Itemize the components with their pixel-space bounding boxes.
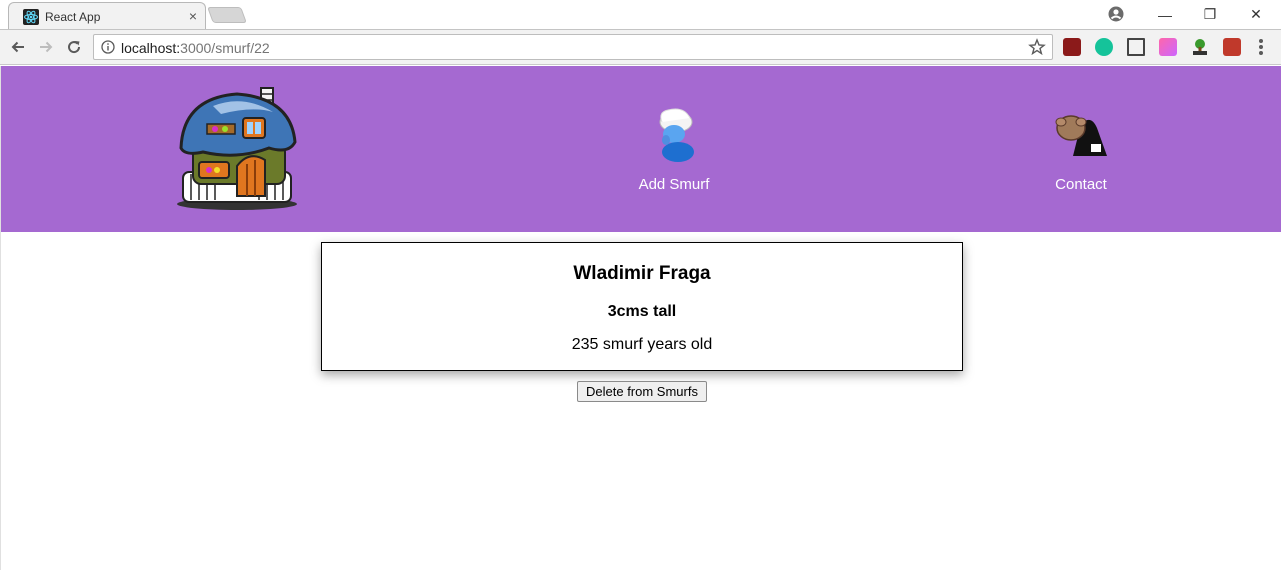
smurf-name: Wladimir Fraga — [573, 263, 711, 284]
close-window-button[interactable]: ✕ — [1234, 0, 1278, 29]
nav-contact[interactable]: Contact — [1021, 104, 1141, 193]
contact-smurf-icon — [1055, 115, 1107, 156]
url-path: 3000/smurf/22 — [180, 40, 270, 56]
smurf-height: 3cms tall — [607, 303, 677, 320]
bookmark-star-icon[interactable] — [1028, 38, 1046, 56]
puzzle-extension-icon[interactable] — [1223, 38, 1241, 56]
delete-smurf-button[interactable]: Delete from Smurfs — [577, 381, 707, 402]
smurf-card: Wladimir Fraga 3cms tall 235 smurf years… — [321, 242, 963, 371]
tab-close-icon[interactable]: × — [185, 8, 201, 24]
app-header: Add Smurf Contact — [1, 66, 1281, 232]
color-extension-icon[interactable] — [1159, 38, 1177, 56]
browser-toolbar: localhost:3000/smurf/22 — [0, 30, 1281, 65]
url-host: localhost: — [121, 40, 181, 56]
html-tree-extension-icon[interactable] — [1191, 38, 1209, 56]
smurf-hat-icon — [659, 108, 694, 162]
mushroom-house-icon[interactable] — [173, 84, 301, 212]
back-arrow-icon — [11, 41, 24, 53]
forward-button[interactable] — [36, 37, 56, 57]
smurf-age: 235 smurf years old — [571, 336, 713, 353]
restore-button[interactable]: ❐ — [1188, 0, 1232, 29]
browser-titlebar: React App × — ❐ ✕ — [0, 0, 1281, 30]
nav-add-smurf[interactable]: Add Smurf — [614, 104, 734, 193]
acrobat-extension-icon[interactable] — [1063, 38, 1081, 56]
reload-button[interactable] — [64, 37, 84, 57]
react-favicon-icon — [23, 9, 39, 25]
minimize-button[interactable]: — — [1143, 0, 1187, 29]
grammarly-extension-icon[interactable] — [1095, 38, 1113, 56]
page-viewport: Add Smurf Contact Wladimir Fraga 3cms ta… — [0, 66, 1281, 570]
forward-arrow-icon — [40, 41, 53, 53]
browser-tab[interactable]: React App × — [8, 2, 206, 30]
back-button[interactable] — [8, 37, 28, 57]
tab-title: React App — [45, 10, 101, 24]
url-text[interactable]: localhost:3000/smurf/22 — [121, 40, 270, 56]
nav-contact-label: Contact — [1055, 176, 1107, 193]
reload-icon — [68, 41, 81, 54]
nav-add-smurf-label: Add Smurf — [638, 176, 710, 193]
screenshot-extension-icon[interactable] — [1127, 38, 1145, 56]
browser-menu-icon[interactable] — [1258, 39, 1264, 55]
address-bar[interactable]: localhost:3000/smurf/22 — [93, 34, 1053, 60]
profile-icon[interactable] — [1108, 6, 1124, 22]
new-tab-button[interactable] — [207, 7, 247, 23]
info-icon[interactable] — [101, 40, 115, 54]
